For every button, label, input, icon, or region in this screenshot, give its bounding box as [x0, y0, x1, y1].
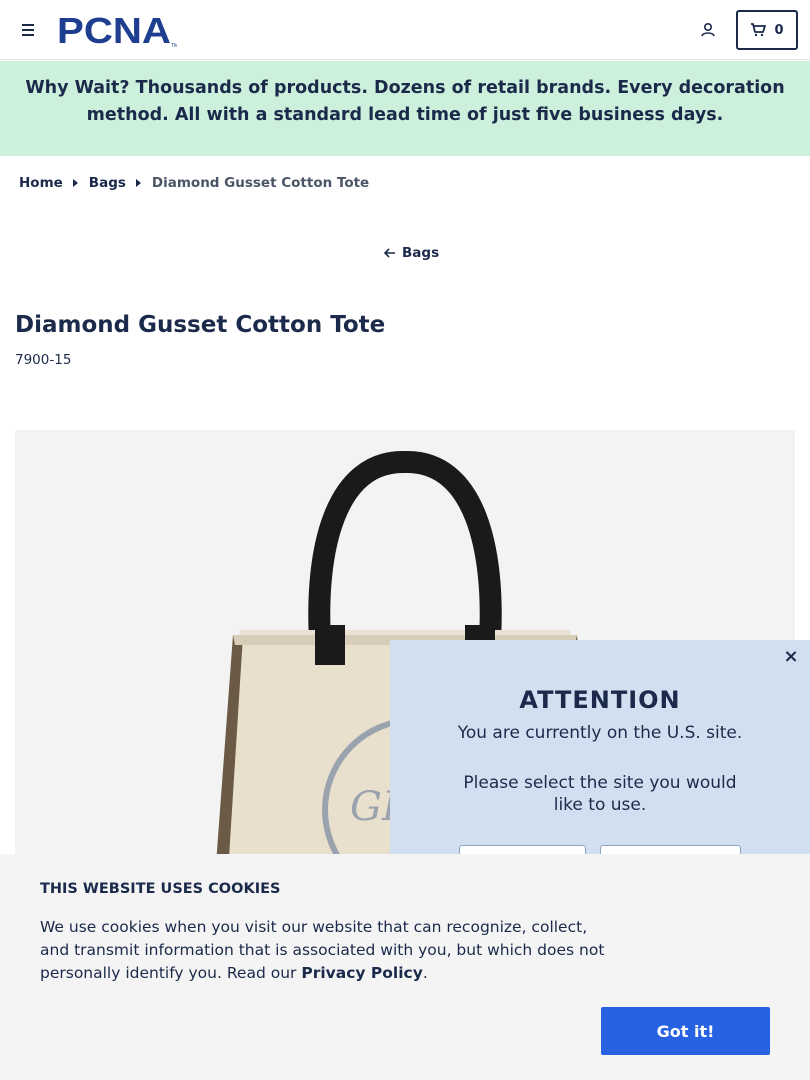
cookie-period: . — [422, 964, 428, 982]
modal-title: ATTENTION — [519, 686, 681, 714]
cart-button[interactable]: 0 — [736, 10, 798, 50]
modal-instruction: Please select the site you would like to… — [463, 773, 737, 815]
arrow-left-icon — [384, 248, 395, 258]
breadcrumb: Home Bags Diamond Gusset Cotton Tote — [19, 173, 369, 193]
breadcrumb-separator-icon — [135, 179, 141, 187]
cookie-text: We use cookies when you visit our websit… — [40, 916, 620, 985]
back-link-label: Bags — [402, 245, 440, 261]
cart-icon — [751, 23, 767, 37]
svg-text:TM: TM — [171, 43, 177, 48]
product-sku: 7900-15 — [15, 352, 72, 368]
menu-icon[interactable] — [18, 20, 38, 40]
close-icon[interactable]: × — [782, 648, 800, 666]
site-header: PCNA TM 0 — [0, 0, 810, 60]
cookie-banner: THIS WEBSITE USES COOKIES We use cookies… — [0, 854, 810, 1080]
svg-text:PCNA: PCNA — [57, 12, 171, 48]
product-title: Diamond Gusset Cotton Tote — [15, 312, 386, 338]
breadcrumb-current: Diamond Gusset Cotton Tote — [151, 175, 370, 191]
back-to-category-link[interactable]: Bags — [384, 245, 439, 261]
promo-banner: Why Wait? Thousands of products. Dozens … — [0, 61, 810, 156]
accept-cookies-button[interactable]: Got it! — [601, 1007, 770, 1055]
site-selector-modal: × ATTENTION You are currently on the U.S… — [390, 640, 810, 885]
cart-count: 0 — [774, 22, 784, 38]
pcna-logo[interactable]: PCNA TM — [57, 12, 177, 48]
modal-message: You are currently on the U.S. site. — [457, 723, 743, 743]
privacy-policy-link[interactable]: Privacy Policy — [301, 964, 423, 982]
breadcrumb-separator-icon — [72, 179, 78, 187]
cookie-title: THIS WEBSITE USES COOKIES — [40, 881, 281, 897]
breadcrumb-bags[interactable]: Bags — [89, 175, 126, 191]
breadcrumb-home[interactable]: Home — [19, 175, 63, 191]
promo-text: Thousands of products. Dozens of retail … — [86, 78, 785, 125]
account-icon[interactable] — [698, 20, 718, 40]
promo-lead: Why Wait? — [25, 78, 130, 98]
